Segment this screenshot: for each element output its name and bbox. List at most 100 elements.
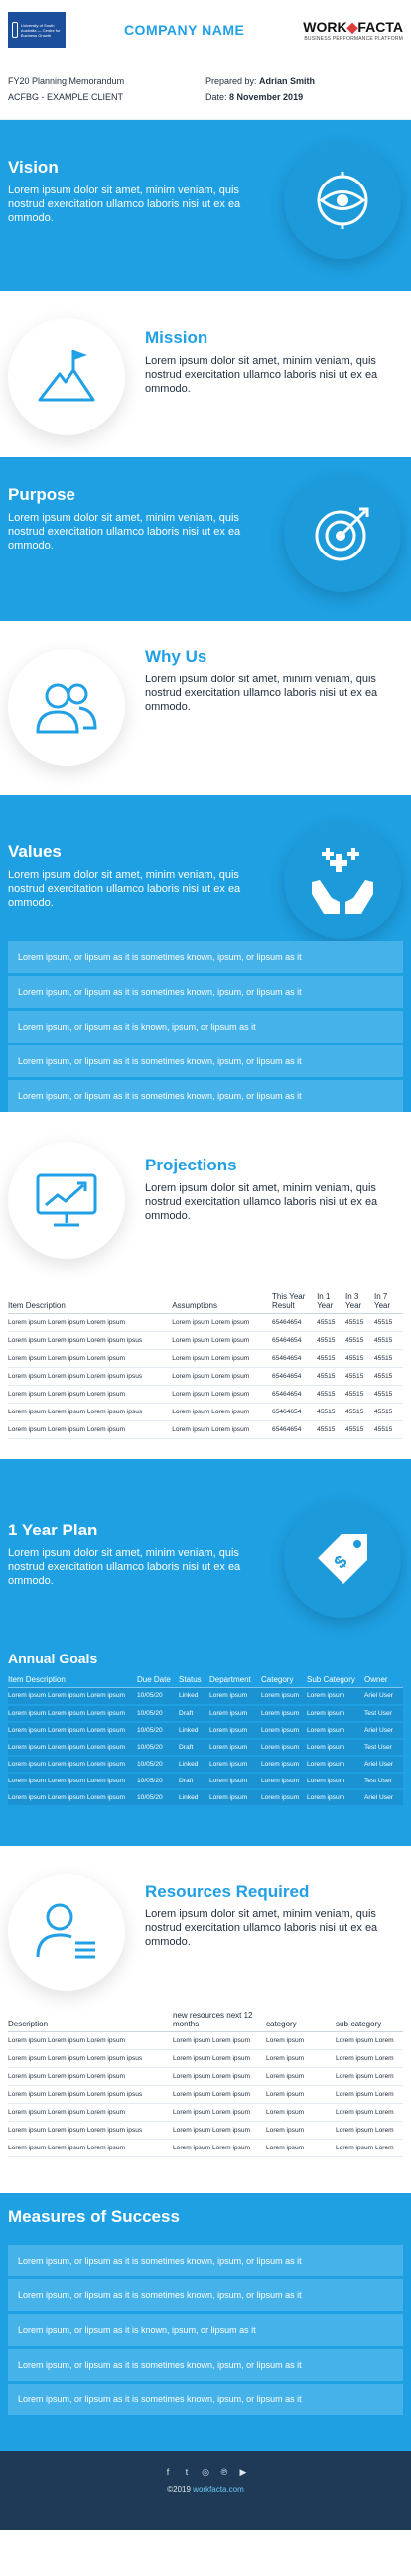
values-list-item: Lorem ipsum, or lipsum as it is sometime…: [8, 1045, 403, 1077]
values-section: Values Lorem ipsum dolor sit amet, minim…: [0, 795, 411, 1112]
table-cell: 45515: [345, 1313, 374, 1332]
values-text: Lorem ipsum dolor sit amet, minim veniam…: [8, 869, 241, 909]
crest-icon: [12, 22, 18, 38]
table-cell: Lorem ipsum Lorem ipsum Lorem ipsum ipsu…: [8, 1403, 173, 1421]
table-row: Lorem ipsum Lorem ipsum Lorem ipsum Lorem…: [8, 1313, 403, 1332]
table-cell: Lorem ipsum: [266, 2031, 336, 2050]
annual-goals-table: Item Description Due Date Status Departm…: [8, 1673, 403, 1807]
one-year-plan-section: 1 Year Plan Lorem ipsum dolor sit amet, …: [0, 1459, 411, 1846]
table-cell: Lorem ipsum Lorem ipsum: [172, 1385, 273, 1404]
table-cell: Lorem ipsum Lorem: [336, 2049, 403, 2068]
table-cell: 45515: [317, 1313, 346, 1332]
table-cell: Lorem ipsum Lorem ipsum: [173, 2103, 266, 2122]
column-header: new resources next 12 months: [173, 2009, 266, 2032]
table-cell: Ariel User: [364, 1755, 403, 1774]
table-cell: Lorem ipsum Lorem ipsum Lorem ipsum ipsu…: [8, 2121, 173, 2140]
table-row: Lorem ipsum Lorem ipsum Lorem ipsum 10/05…: [8, 1788, 403, 1807]
price-tag-icon: $: [318, 1534, 367, 1584]
table-row: Lorem ipsum Lorem ipsum Lorem ipsum Lorem…: [8, 1349, 403, 1368]
measures-title: Measures of Success: [8, 2207, 180, 2226]
table-cell: Lorem ipsum: [261, 1755, 307, 1774]
resources-table: Description new resources next 12 months…: [8, 2009, 403, 2157]
why-us-icon-circle: [8, 649, 125, 766]
table-row: Lorem ipsum Lorem ipsum Lorem ipsum 10/05…: [8, 1755, 403, 1774]
table-cell: Lorem ipsum: [266, 2085, 336, 2104]
top-header: University of South Australia — Centre f…: [0, 0, 411, 60]
prepared-value: Adrian Smith: [259, 76, 316, 86]
table-cell: 45515: [317, 1403, 346, 1421]
table-row: Lorem ipsum Lorem ipsum Lorem ipsum Lorem…: [8, 2139, 403, 2157]
table-cell: Lorem ipsum Lorem ipsum: [172, 1367, 273, 1386]
youtube-icon[interactable]: ▶: [238, 2467, 248, 2477]
instagram-icon[interactable]: ◎: [201, 2467, 210, 2477]
table-cell: Lorem ipsum: [266, 2139, 336, 2157]
table-cell: Lorem ipsum Lorem ipsum: [173, 2139, 266, 2157]
vision-title: Vision: [8, 158, 59, 177]
bullseye-arrow-icon: [315, 507, 369, 561]
table-cell: 10/05/20: [137, 1704, 179, 1723]
table-cell: Lorem ipsum: [261, 1704, 307, 1723]
table-cell: Lorem ipsum Lorem ipsum Lorem ipsum: [8, 1755, 137, 1774]
annual-goals-header-row: Item Description Due Date Status Departm…: [8, 1673, 403, 1688]
values-list-item: Lorem ipsum, or lipsum as it is sometime…: [8, 1080, 403, 1112]
table-cell: Lorem ipsum: [209, 1755, 261, 1774]
logo-diamond-icon: ◆: [346, 18, 358, 35]
table-cell: Lorem ipsum Lorem ipsum Lorem ipsum ipsu…: [8, 2049, 173, 2068]
values-list: Lorem ipsum, or lipsum as it is sometime…: [0, 941, 411, 1115]
memo-date: Date: 8 November 2019: [206, 89, 403, 105]
table-cell: 10/05/20: [137, 1788, 179, 1807]
table-row: Lorem ipsum Lorem ipsum Lorem ipsum 10/05…: [8, 1772, 403, 1790]
table-cell: 65464654: [272, 1349, 318, 1368]
mission-icon-circle: [8, 318, 125, 435]
purpose-icon-circle: [284, 475, 401, 592]
values-title: Values: [8, 842, 62, 861]
values-icon-circle: [284, 822, 401, 939]
website-link[interactable]: workfacta.com: [193, 2485, 244, 2494]
university-logo: University of South Australia — Centre f…: [8, 12, 66, 48]
table-cell: Lorem ipsum Lorem: [336, 2067, 403, 2086]
table-cell: 45515: [317, 1385, 346, 1404]
table-cell: Lorem ipsum Lorem ipsum Lorem ipsum: [8, 2067, 173, 2086]
table-cell: Lorem ipsum: [266, 2121, 336, 2140]
table-cell: 10/05/20: [137, 1772, 179, 1790]
table-cell: 45515: [317, 1420, 346, 1439]
mission-title: Mission: [145, 328, 208, 347]
table-row: Lorem ipsum Lorem ipsum Lorem ipsum 10/05…: [8, 1738, 403, 1757]
table-cell: Lorem ipsum: [261, 1788, 307, 1807]
table-cell: Lorem ipsum Lorem ipsum: [173, 2031, 266, 2050]
table-cell: Linked: [179, 1755, 209, 1774]
measures-list-item: Lorem ipsum, or lipsum as it is sometime…: [8, 2349, 403, 2381]
pinterest-icon[interactable]: ℗: [219, 2467, 229, 2477]
table-cell: Draft: [179, 1704, 209, 1723]
table-cell: Lorem ipsum Lorem: [336, 2139, 403, 2157]
company-name: COMPANY NAME: [123, 22, 245, 38]
monitor-chart-icon: [36, 1173, 97, 1227]
table-cell: Test User: [364, 1772, 403, 1790]
table-cell: Lorem ipsum: [261, 1721, 307, 1740]
table-cell: Lorem ipsum Lorem: [336, 2031, 403, 2050]
table-cell: Lorem ipsum: [209, 1738, 261, 1757]
table-cell: 45515: [373, 1385, 403, 1404]
twitter-icon[interactable]: t: [182, 2467, 192, 2477]
table-cell: 10/05/20: [137, 1721, 179, 1740]
users-icon: [36, 683, 97, 734]
table-cell: Lorem ipsum: [266, 2067, 336, 2086]
vision-icon-circle: [284, 142, 401, 259]
measures-section: Measures of Success Lorem ipsum, or lips…: [0, 2193, 411, 2451]
facebook-icon[interactable]: f: [163, 2467, 173, 2477]
measures-list: Lorem ipsum, or lipsum as it is sometime…: [0, 2245, 411, 2418]
table-row: Lorem ipsum Lorem ipsum Lorem ipsum Lorem…: [8, 1420, 403, 1439]
column-header: In 7 Year: [373, 1290, 403, 1314]
table-row: Lorem ipsum Lorem ipsum Lorem ipsum ipsu…: [8, 2085, 403, 2104]
table-cell: Lorem ipsum: [266, 2103, 336, 2122]
footer: f t ◎ ℗ ▶ ©2019 workfacta.com: [0, 2451, 411, 2530]
table-cell: 65464654: [272, 1367, 318, 1386]
table-row: Lorem ipsum Lorem ipsum Lorem ipsum Lorem…: [8, 2067, 403, 2086]
hands-plus-icon: [312, 848, 373, 914]
table-cell: Lorem ipsum Lorem: [336, 2121, 403, 2140]
table-cell: Lorem ipsum Lorem ipsum Lorem ipsum: [8, 1349, 173, 1368]
table-cell: Lorem ipsum Lorem ipsum Lorem ipsum: [8, 2031, 173, 2050]
why-us-section: Why Us Lorem ipsum dolor sit amet, minim…: [0, 621, 411, 795]
table-cell: 45515: [317, 1331, 346, 1350]
table-cell: 45515: [317, 1367, 346, 1386]
